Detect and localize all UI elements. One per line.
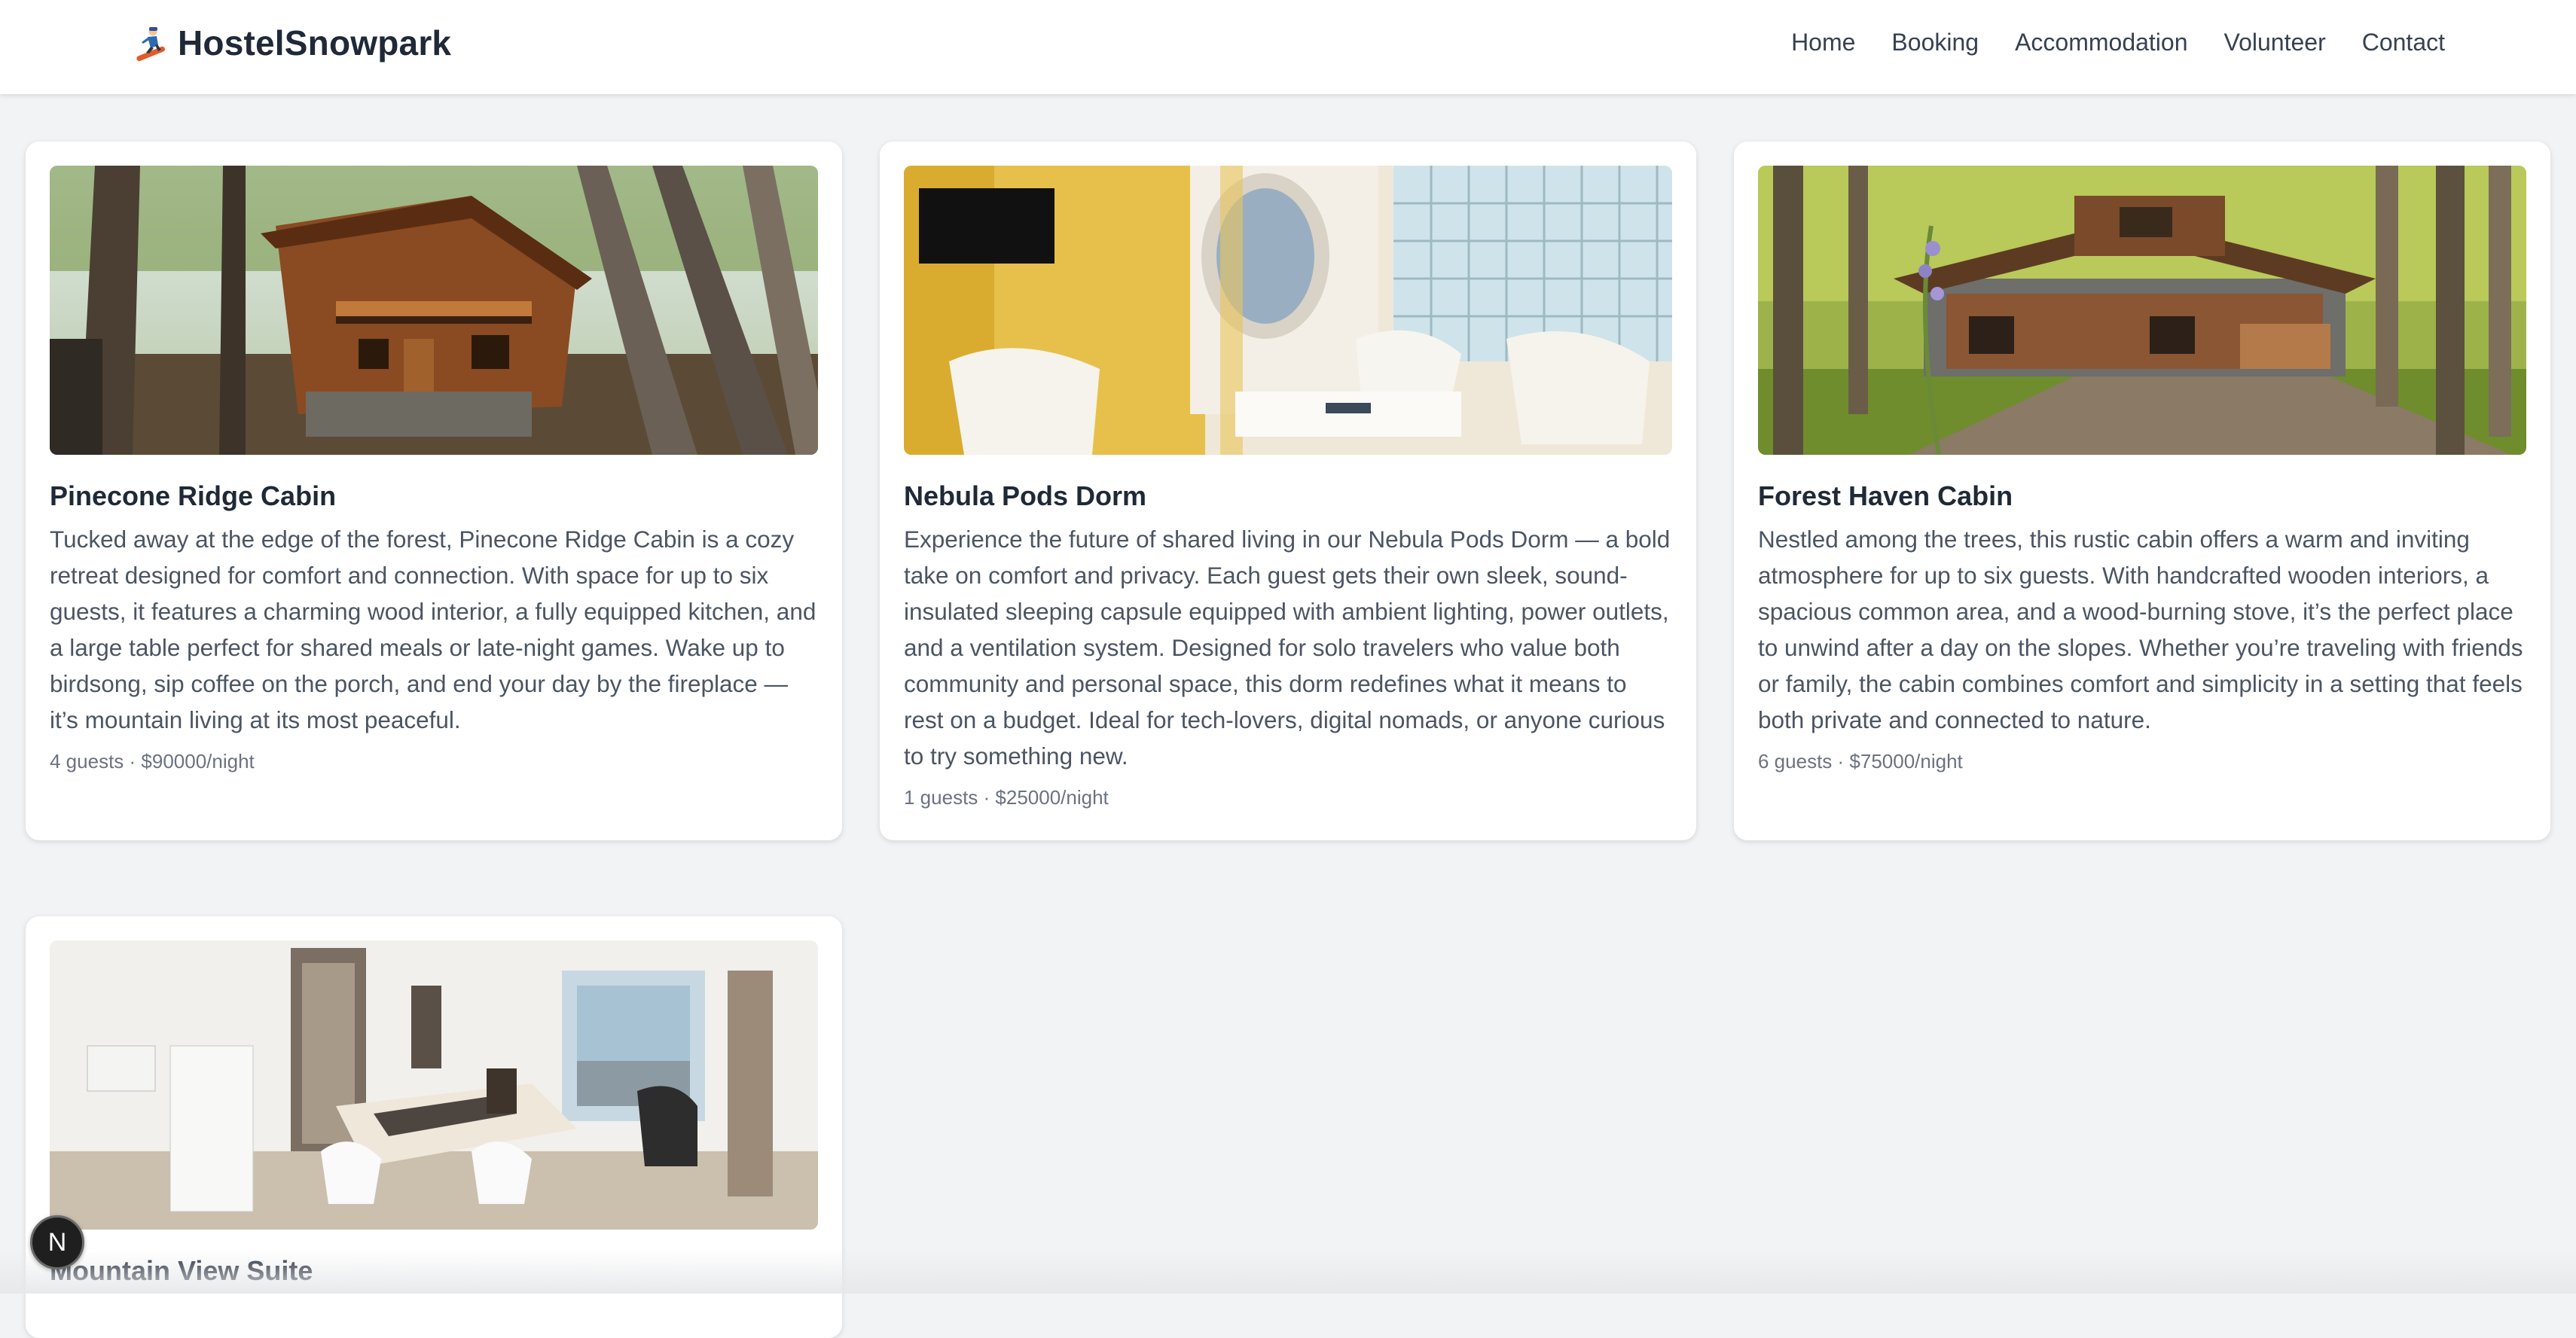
nav-link-accommodation[interactable]: Accommodation [2015, 29, 2187, 56]
fab-label: N [47, 1227, 67, 1257]
room-card-pinecone-ridge[interactable]: Pinecone Ridge Cabin Tucked away at the … [26, 142, 842, 840]
room-description: Tucked away at the edge of the forest, P… [50, 526, 816, 733]
room-description: Nestled among the trees, this rustic cab… [1758, 526, 2523, 733]
nav-link-contact[interactable]: Contact [2362, 29, 2445, 56]
brand-logo-link[interactable]: HostelSnowpark [133, 23, 451, 63]
suite-interior-photo [50, 940, 818, 1230]
room-card-nebula-pods[interactable]: Nebula Pods Dorm Experience the future o… [880, 142, 1696, 840]
next-devtools-button[interactable]: N [30, 1215, 84, 1269]
treehouse-cabin-photo [50, 166, 818, 455]
room-title: Nebula Pods Dorm [904, 480, 1147, 511]
room-title: Pinecone Ridge Cabin [50, 480, 337, 511]
nav-link-home[interactable]: Home [1791, 29, 1855, 56]
room-card-mountain-view-suite[interactable]: Mountain View Suite [26, 916, 842, 1338]
pod-dorm-photo [904, 166, 1672, 455]
room-card-forest-haven[interactable]: Forest Haven Cabin Nestled among the tre… [1734, 142, 2550, 840]
room-title: Forest Haven Cabin [1758, 480, 2013, 511]
top-navbar: HostelSnowpark Home Booking Accommodatio… [0, 0, 2576, 94]
room-meta: 6 guests · $75000/night [1758, 750, 1963, 773]
forest-cabin-photo [1758, 166, 2526, 455]
room-description: Experience the future of shared living i… [904, 526, 1671, 770]
main-nav: Home Booking Accommodation Volunteer Con… [1791, 29, 2445, 56]
room-meta: 1 guests · $25000/night [904, 786, 1109, 809]
nav-link-booking[interactable]: Booking [1891, 29, 1979, 56]
nav-link-volunteer[interactable]: Volunteer [2224, 29, 2326, 56]
snowboarder-icon [136, 27, 165, 62]
room-meta: 4 guests · $90000/night [50, 750, 255, 773]
brand-name: HostelSnowpark [178, 23, 452, 62]
room-title: Mountain View Suite [50, 1255, 313, 1286]
